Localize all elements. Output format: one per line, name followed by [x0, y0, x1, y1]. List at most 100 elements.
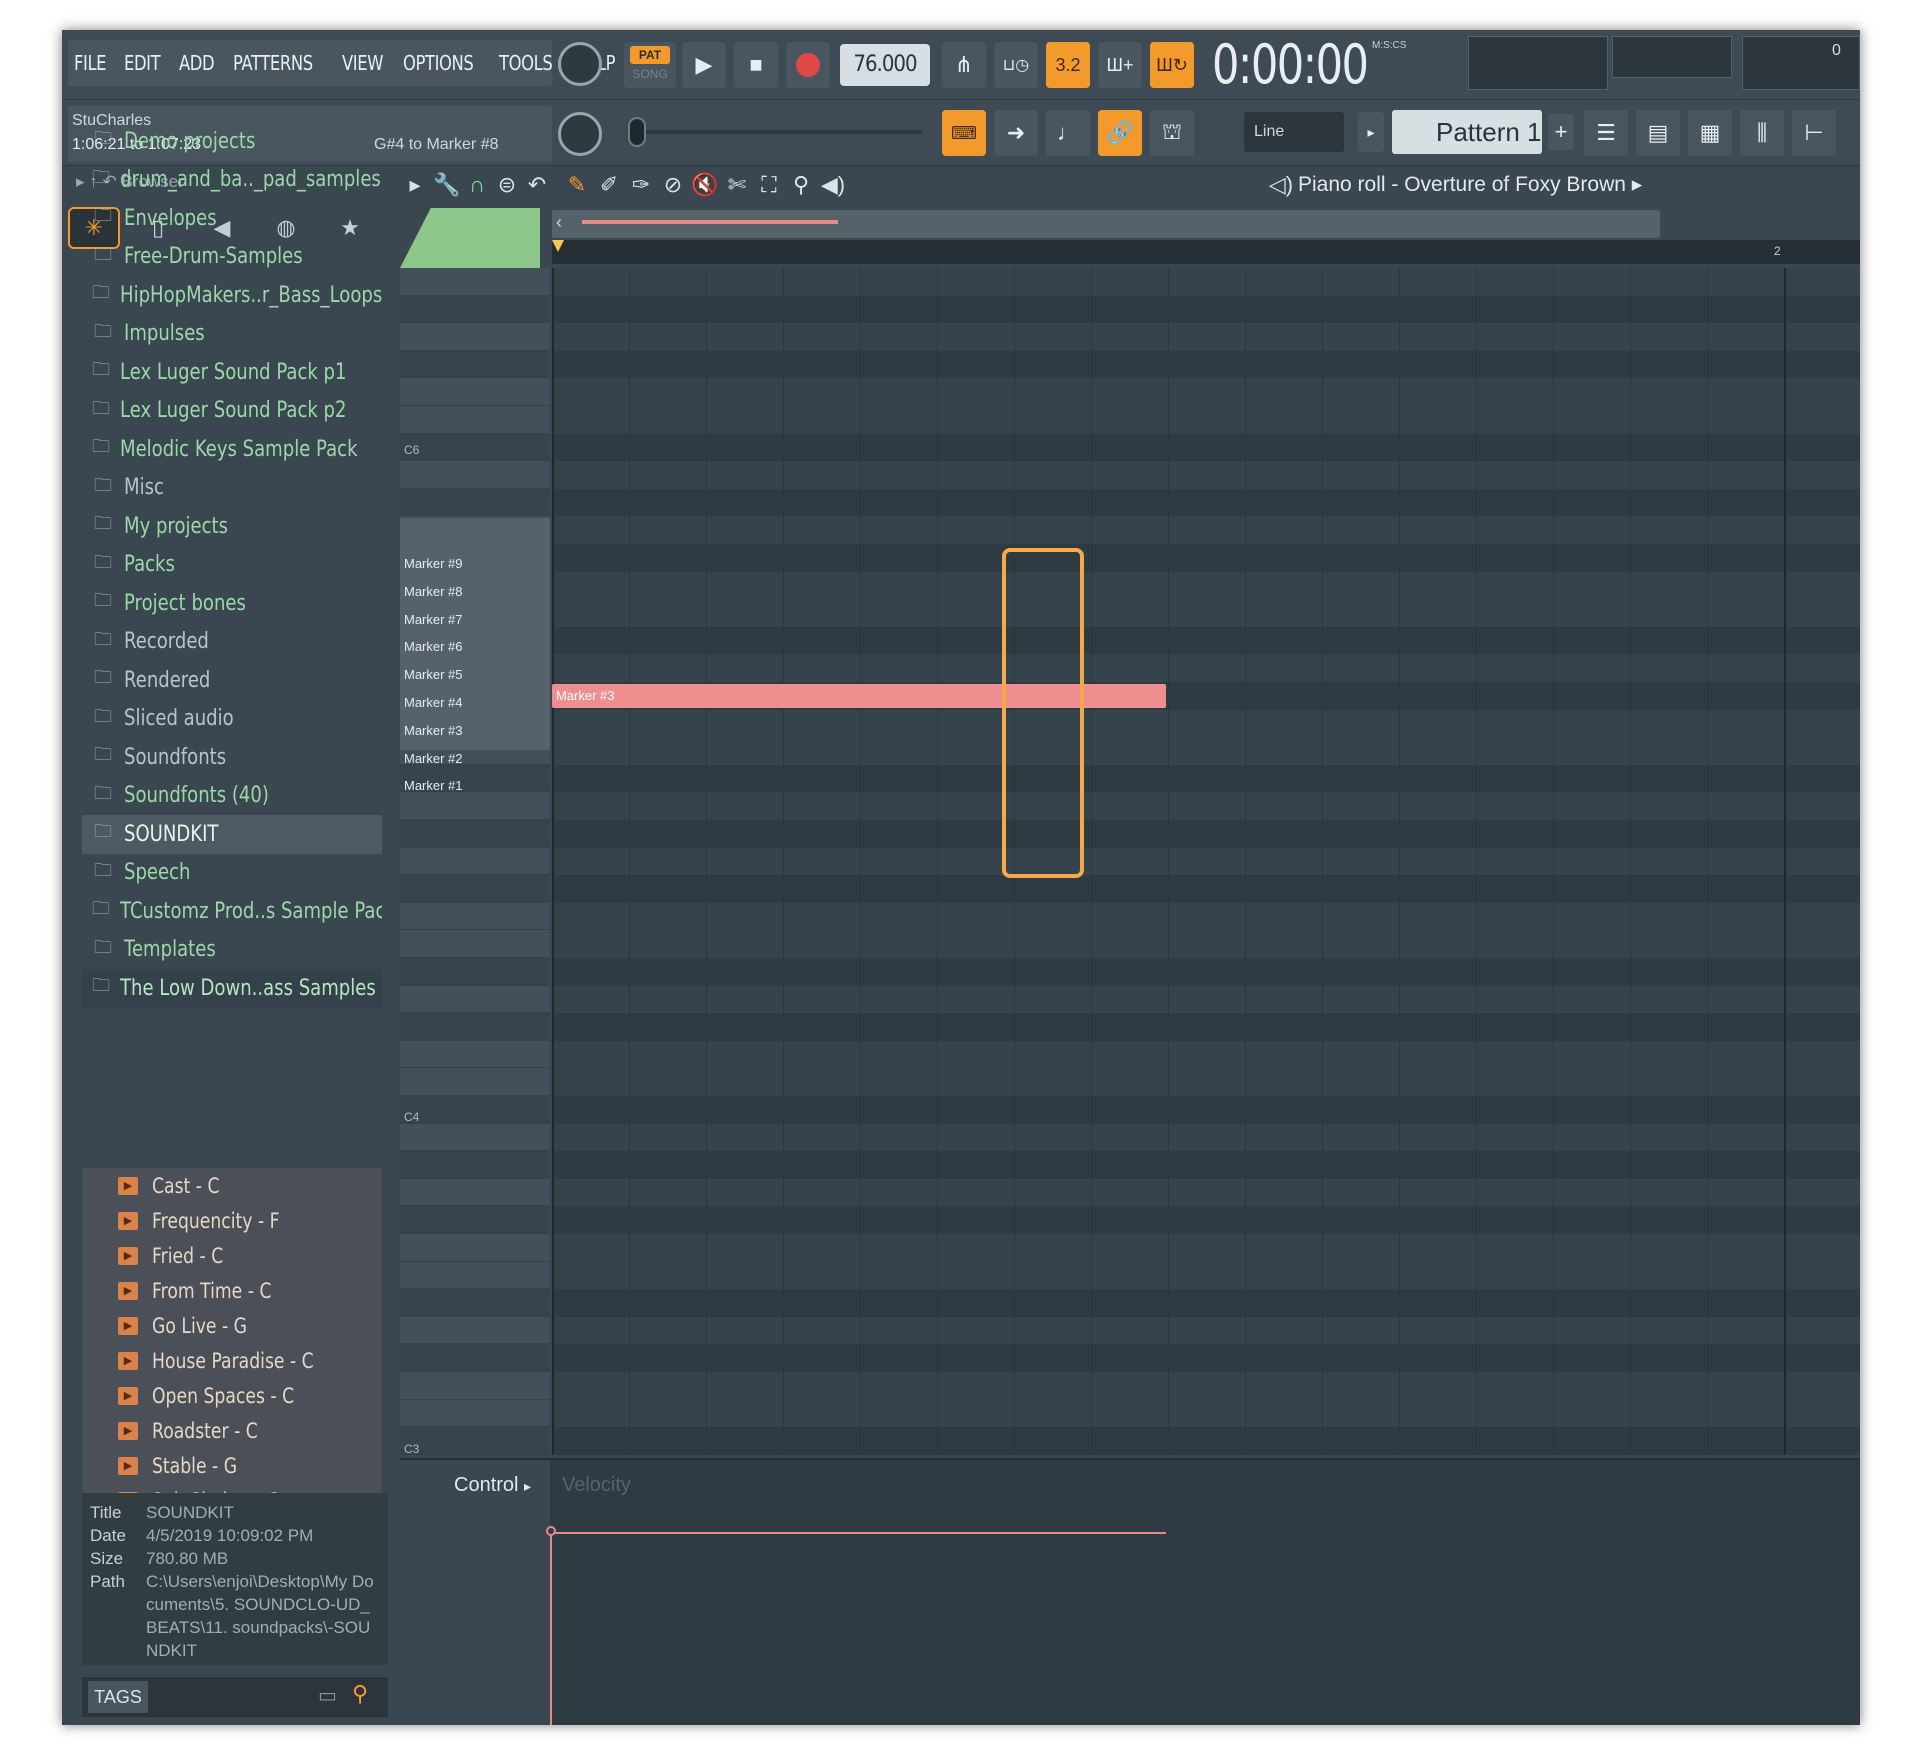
grid-row[interactable] — [552, 599, 1860, 627]
grid-row[interactable] — [552, 1427, 1860, 1455]
grid-row[interactable] — [552, 875, 1860, 903]
browser-folder[interactable]: 🗀 HipHopMakers..r_Bass_Loops — [82, 276, 382, 315]
grid-row[interactable] — [552, 820, 1860, 848]
menu-options[interactable]: OPTIONS — [403, 51, 474, 75]
grid-row[interactable] — [552, 1206, 1860, 1234]
grid-row[interactable] — [552, 544, 1860, 572]
piano-key[interactable] — [400, 985, 550, 1014]
marker-label[interactable]: Marker #5 — [404, 667, 463, 682]
stamp-icon[interactable]: ⊜ — [492, 171, 522, 199]
grid-row[interactable] — [552, 1151, 1860, 1179]
marker-label[interactable]: Marker #4 — [404, 695, 463, 710]
browser-file[interactable]: ▶ Stable - G — [82, 1448, 382, 1483]
undo-icon[interactable]: ↶ — [522, 171, 552, 199]
piano-keys-column[interactable] — [400, 268, 550, 1455]
piano-roll-title[interactable]: Piano roll - Overture of Foxy Brown ▸ — [1298, 171, 1642, 199]
marker-label[interactable]: Marker #6 — [404, 639, 463, 654]
record-button[interactable] — [786, 42, 830, 88]
playlist-button[interactable]: ☰ — [1584, 110, 1628, 156]
playhead-marker-icon[interactable] — [552, 240, 564, 252]
master-volume-thumb[interactable] — [628, 117, 646, 147]
grid-row[interactable] — [552, 792, 1860, 820]
piano-key[interactable] — [400, 1178, 550, 1207]
main-volume-knob[interactable] — [558, 42, 602, 86]
mute-tool-icon[interactable]: 🔇 — [690, 171, 720, 199]
grid-row[interactable] — [552, 516, 1860, 544]
horizontal-scrollbar[interactable] — [552, 210, 1660, 238]
marker-label[interactable]: Marker #9 — [404, 556, 463, 571]
draw-pencil-icon[interactable]: ✎ — [562, 171, 592, 199]
piano-key[interactable] — [400, 1344, 550, 1372]
marker-label[interactable]: Marker #2 — [404, 751, 463, 766]
grid-row[interactable] — [552, 654, 1860, 682]
wait-for-input-button[interactable]: ⊔◷ — [994, 42, 1038, 88]
channel-speaker-icon[interactable]: ◁) — [1266, 171, 1296, 199]
browser-file[interactable]: ▶ Fried - C — [82, 1238, 382, 1273]
select-tool-icon[interactable]: ⛶ — [754, 171, 784, 199]
grid-row[interactable] — [552, 709, 1860, 738]
browser-folder[interactable]: 🗀 SOUNDKIT — [82, 815, 382, 854]
browser-folder[interactable]: 🗀 Lex Luger Sound Pack p1 — [82, 353, 382, 392]
control-selector[interactable]: Control ▸ — [454, 1474, 531, 1497]
metronome-alt-button[interactable]: ⛫ — [1150, 110, 1194, 156]
grid-row[interactable] — [552, 902, 1860, 931]
grid-row[interactable] — [552, 1261, 1860, 1290]
grid-row[interactable] — [552, 1344, 1860, 1372]
piano-key[interactable] — [400, 792, 550, 820]
browser-folder[interactable]: 🗀 The Low Down..ass Samples — [82, 969, 382, 1008]
browser-file[interactable]: ▶ Frequencity - F — [82, 1203, 382, 1238]
channel-rack-button[interactable]: ▦ — [1688, 110, 1732, 156]
note-grid[interactable] — [552, 268, 1860, 1455]
piano-key[interactable] — [400, 406, 550, 434]
grid-row[interactable] — [552, 323, 1860, 351]
browser-file[interactable]: ▶ From Time - C — [82, 1273, 382, 1308]
menu-patterns[interactable]: PATTERNS — [233, 51, 313, 75]
piano-key[interactable] — [400, 875, 550, 903]
marker-label[interactable]: Marker #1 — [404, 778, 463, 793]
grid-row[interactable] — [552, 350, 1860, 379]
grid-row[interactable] — [552, 268, 1860, 296]
grid-row[interactable] — [552, 1068, 1860, 1096]
grid-row[interactable] — [552, 1096, 1860, 1124]
browser-button[interactable]: ⊢ — [1792, 110, 1836, 156]
piano-key[interactable] — [400, 1427, 550, 1455]
grid-row[interactable] — [552, 295, 1860, 324]
browser-folder[interactable]: 🗀 Free-Drum-Samples — [82, 238, 382, 277]
browser-file[interactable]: ▶ Roadster - C — [82, 1413, 382, 1448]
piano-key[interactable] — [400, 1399, 550, 1428]
piano-key[interactable] — [400, 1013, 550, 1041]
piano-key[interactable] — [400, 847, 550, 876]
grid-row[interactable] — [552, 488, 1860, 517]
piano-key[interactable] — [400, 433, 550, 462]
typing-keyboard-button[interactable]: ⌨ — [942, 110, 986, 156]
browser-file[interactable]: ▶ Cast - C — [82, 1168, 382, 1203]
browser-file[interactable]: ▶ Go Live - G — [82, 1308, 382, 1343]
browser-folder[interactable]: 🗀 Packs — [82, 546, 382, 585]
master-volume-slider[interactable] — [632, 130, 922, 134]
tags-button[interactable]: TAGS — [88, 1681, 148, 1713]
browser-folder[interactable]: 🗀 Soundfonts — [82, 738, 382, 777]
browser-file[interactable]: ▶ Open Spaces - C — [82, 1378, 382, 1413]
pattern-selector[interactable]: Pattern 1 — [1392, 110, 1542, 154]
stop-button[interactable]: ■ — [734, 42, 778, 88]
song-mode-label[interactable]: SONG — [630, 67, 670, 83]
song-time-display[interactable]: 0:00:00 — [1212, 36, 1388, 94]
marker-label[interactable]: Marker #3 — [404, 723, 463, 738]
browser-folder[interactable]: 🗀 Templates — [82, 931, 382, 970]
grid-row[interactable] — [552, 1040, 1860, 1069]
piano-key[interactable] — [400, 1316, 550, 1345]
slice-tool-icon[interactable]: ✄ — [722, 171, 752, 199]
browser-folder[interactable]: 🗀 drum_and_ba.._pad_samples — [82, 161, 382, 200]
piano-key[interactable] — [400, 268, 550, 296]
grid-row[interactable] — [552, 764, 1860, 793]
menu-edit[interactable]: EDIT — [124, 51, 161, 75]
grid-row[interactable] — [552, 1178, 1860, 1207]
step-edit-button[interactable]: Ш+ — [1098, 42, 1142, 88]
browser-folder[interactable]: 🗀 My projects — [82, 507, 382, 546]
countdown-button[interactable]: 3.2 — [1046, 42, 1090, 88]
link-button[interactable]: 🔗 — [1098, 110, 1142, 156]
master-pitch-knob[interactable] — [558, 112, 602, 156]
pattern-prev-button[interactable]: ▸ — [1358, 112, 1384, 152]
delete-tool-icon[interactable]: ⊘ — [658, 171, 688, 199]
pr-menu-arrow-icon[interactable]: ▸ — [400, 171, 430, 199]
